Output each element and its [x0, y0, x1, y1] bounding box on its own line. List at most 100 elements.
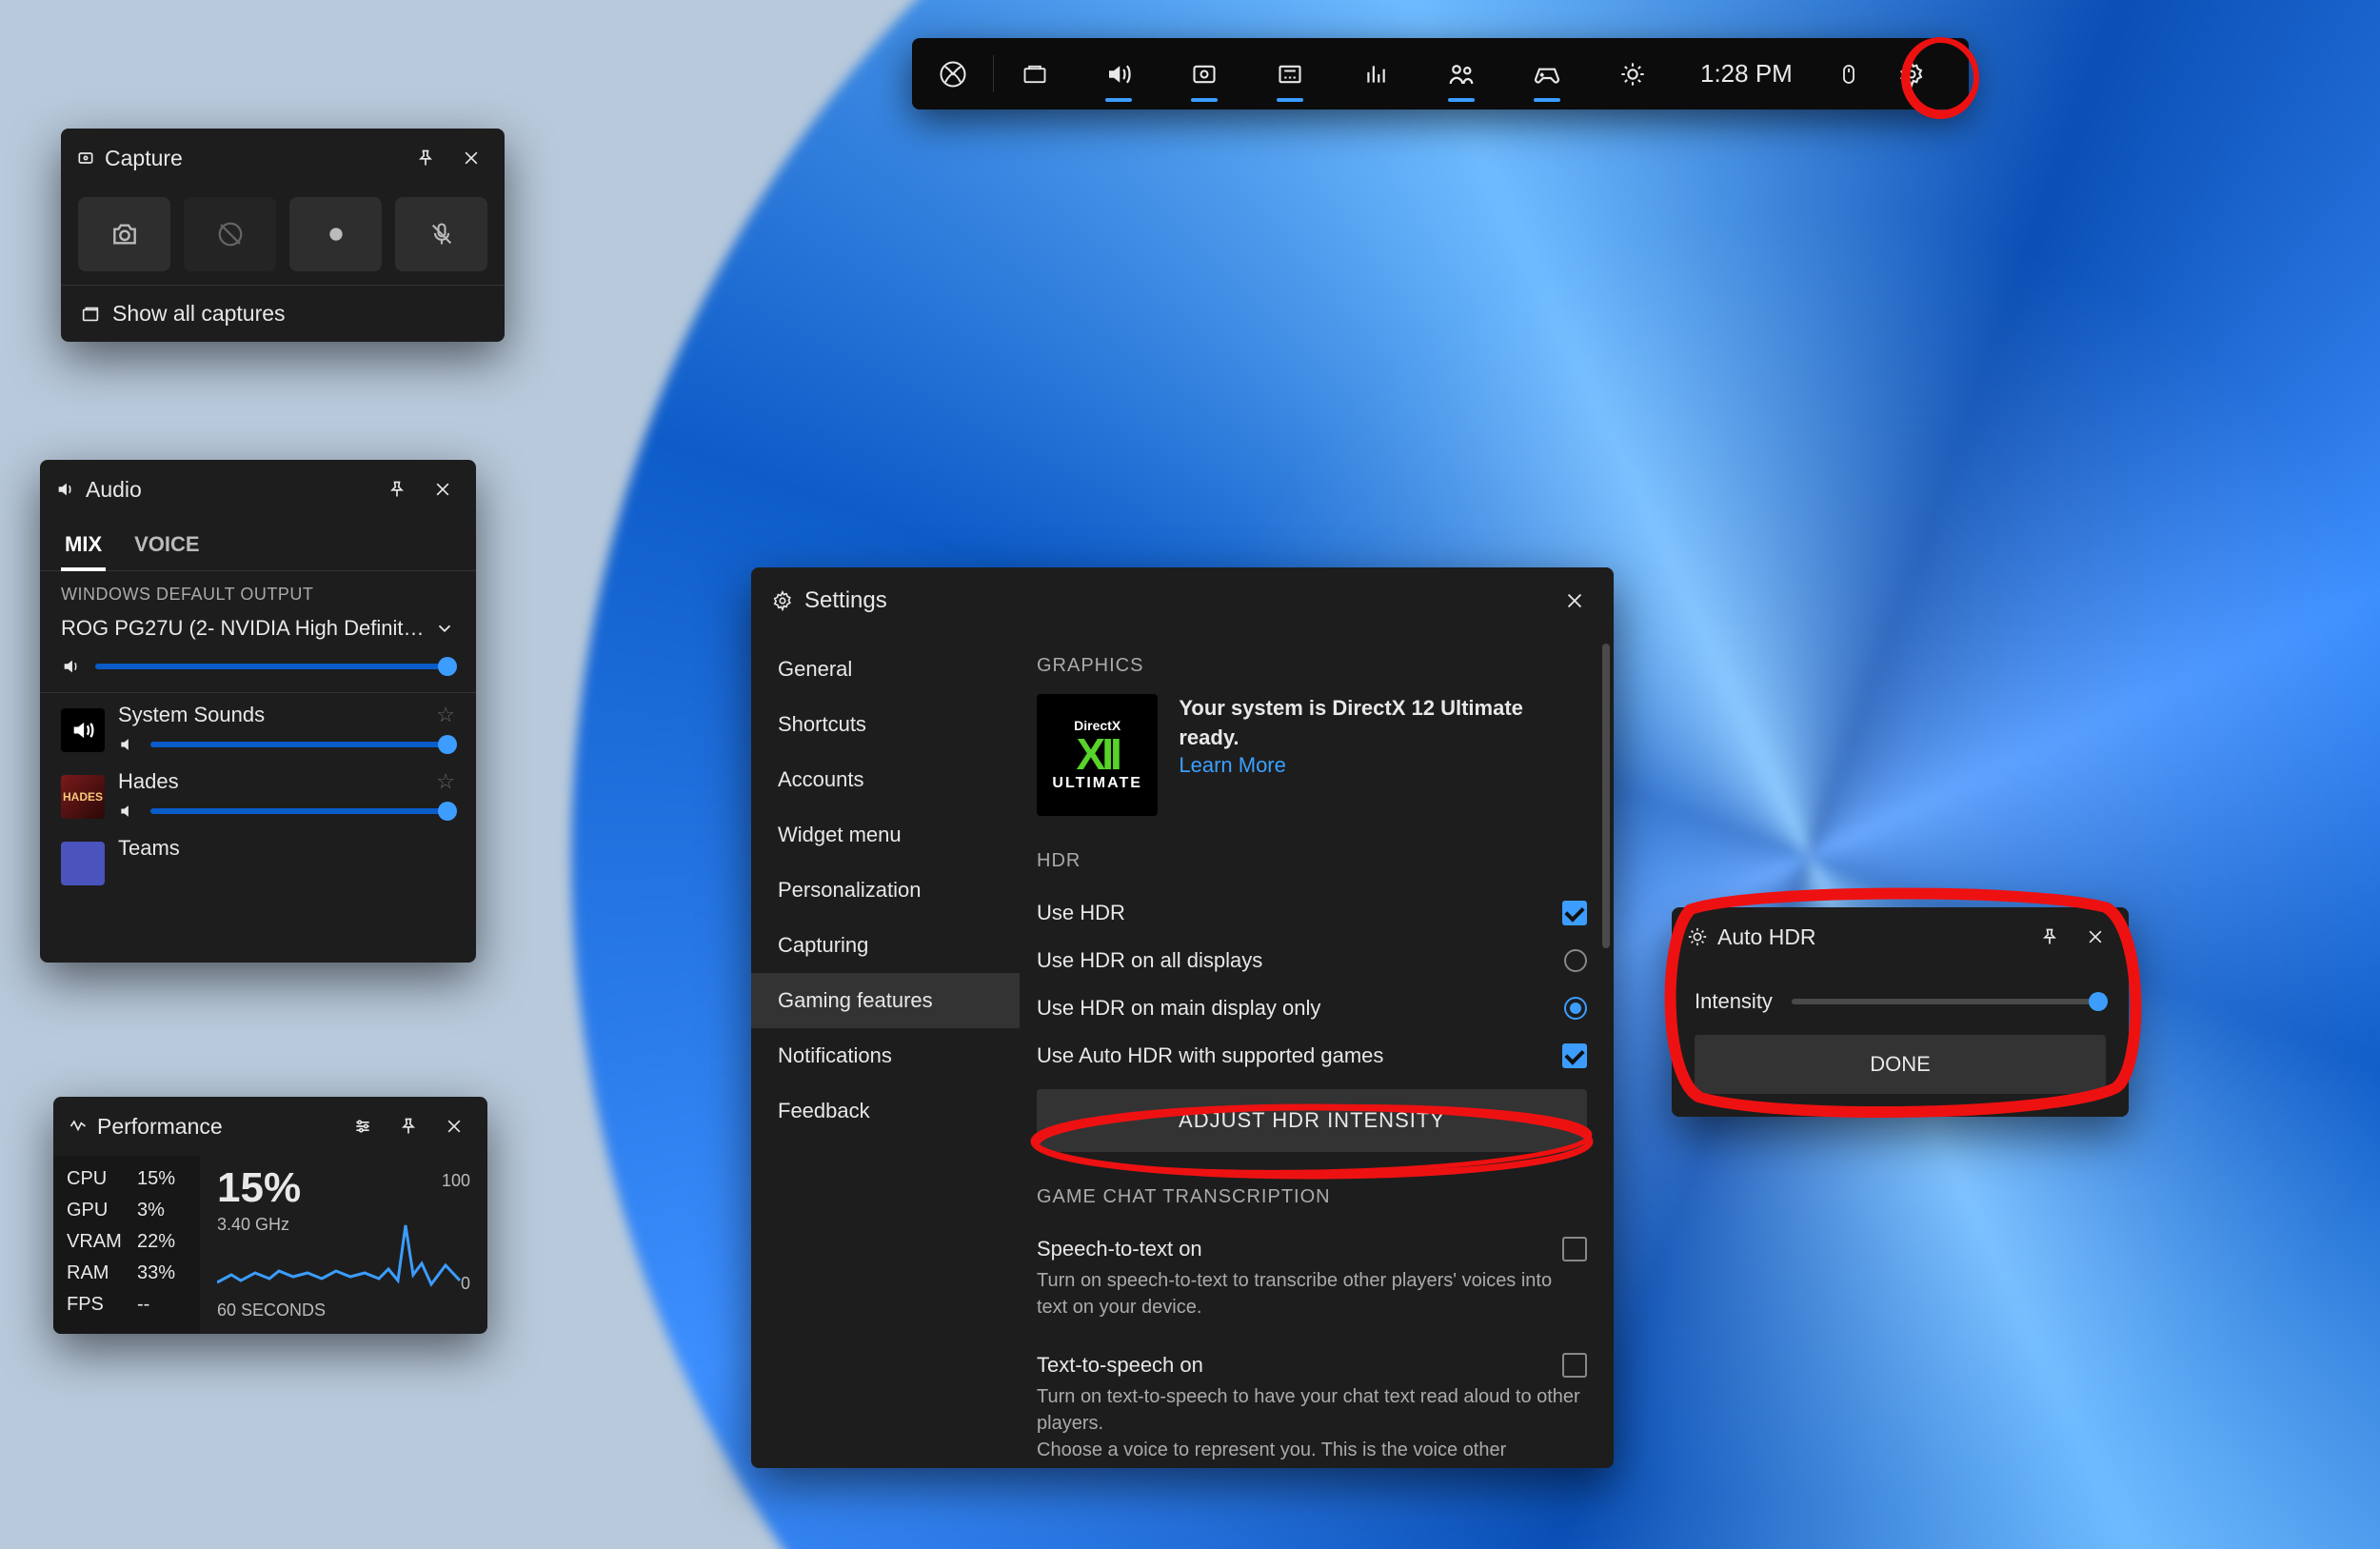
- nav-gaming-features[interactable]: Gaming features: [751, 973, 1020, 1028]
- nav-shortcuts[interactable]: Shortcuts: [751, 697, 1020, 752]
- volume-icon: [118, 802, 137, 821]
- audio-title-icon: [55, 479, 76, 500]
- show-all-captures-label: Show all captures: [112, 301, 286, 327]
- gamebar-capture[interactable]: [1161, 38, 1247, 109]
- system-sounds-icon: [61, 708, 105, 752]
- nav-feedback[interactable]: Feedback: [751, 1083, 1020, 1139]
- favorite-icon[interactable]: ☆: [436, 703, 455, 727]
- screenshot-button[interactable]: [78, 197, 170, 271]
- system-sounds-slider[interactable]: [150, 742, 455, 747]
- hdr-all-displays-option[interactable]: Use HDR on all displays: [1037, 937, 1587, 984]
- pin-button[interactable]: [2032, 919, 2068, 955]
- auto-hdr-checkbox[interactable]: [1562, 1043, 1587, 1068]
- speech-to-text-option[interactable]: Speech-to-text on: [1037, 1225, 1587, 1263]
- settings-title-icon: [772, 590, 793, 611]
- pin-button[interactable]: [390, 1108, 426, 1144]
- performance-title: Performance: [97, 1114, 223, 1140]
- auto-hdr-title-bar: Auto HDR: [1672, 907, 2129, 966]
- intensity-slider[interactable]: [1792, 999, 2106, 1004]
- nav-notifications[interactable]: Notifications: [751, 1028, 1020, 1083]
- performance-icon: [1277, 61, 1303, 88]
- hades-volume-slider[interactable]: [150, 808, 455, 814]
- text-to-speech-option[interactable]: Text-to-speech on: [1037, 1341, 1587, 1380]
- gamebar-performance[interactable]: [1247, 38, 1333, 109]
- hdr-heading: HDR: [1037, 839, 1587, 889]
- default-output-label: WINDOWS DEFAULT OUTPUT: [40, 571, 476, 610]
- nav-general[interactable]: General: [751, 642, 1020, 697]
- settings-nav: General Shortcuts Accounts Widget menu P…: [751, 634, 1020, 1468]
- gamebar-brightness[interactable]: [1590, 38, 1676, 109]
- gamebar-social[interactable]: [1418, 38, 1504, 109]
- use-hdr-option[interactable]: Use HDR: [1037, 889, 1587, 937]
- nav-widget-menu[interactable]: Widget menu: [751, 807, 1020, 863]
- nav-capturing[interactable]: Capturing: [751, 918, 1020, 973]
- auto-hdr-title: Auto HDR: [1717, 924, 1816, 950]
- text-to-speech-checkbox[interactable]: [1562, 1353, 1587, 1378]
- directx-status: Your system is DirectX 12 Ultimate ready…: [1179, 694, 1587, 753]
- record-last-button[interactable]: [184, 197, 276, 271]
- directx-badge: DirectX XII ULTIMATE: [1037, 694, 1158, 816]
- pin-button[interactable]: [407, 140, 444, 176]
- audio-title-bar: Audio: [40, 460, 476, 519]
- graphics-heading: GRAPHICS: [1037, 644, 1587, 694]
- auto-hdr-option[interactable]: Use Auto HDR with supported games: [1037, 1032, 1587, 1080]
- capture-title-bar: Capture: [61, 129, 505, 188]
- gamebar-xbox[interactable]: [912, 38, 994, 109]
- settings-content: GRAPHICS DirectX XII ULTIMATE Your syste…: [1020, 634, 1614, 1468]
- gamebar-mouse[interactable]: [1817, 38, 1880, 109]
- widgets-icon: [1021, 61, 1048, 88]
- capture-icon: [1191, 61, 1218, 88]
- hdr-title-icon: [1687, 926, 1708, 947]
- directx-learn-more-link[interactable]: Learn More: [1179, 753, 1286, 777]
- hdr-main-display-radio[interactable]: [1564, 997, 1587, 1020]
- settings-title-bar: Settings: [751, 567, 1614, 634]
- mic-toggle-button[interactable]: [395, 197, 487, 271]
- output-device-dropdown[interactable]: ROG PG27U (2- NVIDIA High Definition A..…: [40, 610, 476, 650]
- done-button[interactable]: DONE: [1695, 1035, 2106, 1094]
- gamebar-controller[interactable]: [1504, 38, 1590, 109]
- gamebar-audio[interactable]: [1076, 38, 1161, 109]
- master-volume-slider[interactable]: [95, 664, 455, 669]
- show-all-captures-link[interactable]: Show all captures: [61, 285, 505, 342]
- use-hdr-checkbox[interactable]: [1562, 901, 1587, 925]
- performance-chart: 15% 3.40 GHz 100 0 60 SECONDS: [200, 1156, 487, 1334]
- gamebar-resources[interactable]: [1333, 38, 1418, 109]
- scrollbar[interactable]: [1602, 644, 1610, 948]
- record-button[interactable]: [289, 197, 382, 271]
- capture-panel: Capture Show all captures: [61, 129, 505, 342]
- adjust-hdr-intensity-button[interactable]: ADJUST HDR INTENSITY: [1037, 1089, 1587, 1152]
- close-button[interactable]: [2077, 919, 2113, 955]
- close-button[interactable]: [453, 140, 489, 176]
- audio-tab-mix[interactable]: MIX: [65, 519, 102, 570]
- nav-personalization[interactable]: Personalization: [751, 863, 1020, 918]
- volume-icon: [61, 656, 82, 677]
- chat-transcription-heading: GAME CHAT TRANSCRIPTION: [1037, 1175, 1587, 1225]
- controller-icon: [1532, 59, 1562, 89]
- options-button[interactable]: [345, 1108, 381, 1144]
- pin-button[interactable]: [379, 471, 415, 507]
- intensity-label: Intensity: [1695, 989, 1773, 1014]
- chevron-down-icon: [434, 618, 455, 639]
- teams-icon: [61, 842, 105, 885]
- audio-tab-voice[interactable]: VOICE: [134, 519, 199, 570]
- hdr-all-displays-radio[interactable]: [1564, 949, 1587, 972]
- gamebar-settings[interactable]: [1880, 38, 1943, 109]
- favorite-icon[interactable]: ☆: [436, 769, 455, 794]
- text-to-speech-desc: Turn on text-to-speech to have your chat…: [1037, 1380, 1587, 1463]
- close-button[interactable]: [1557, 583, 1593, 619]
- close-button[interactable]: [425, 471, 461, 507]
- output-device-name: ROG PG27U (2- NVIDIA High Definition A..…: [61, 616, 425, 641]
- mouse-icon: [1837, 61, 1860, 88]
- nav-accounts[interactable]: Accounts: [751, 752, 1020, 807]
- volume-icon: [118, 735, 137, 754]
- hdr-main-display-option[interactable]: Use HDR on main display only: [1037, 984, 1587, 1032]
- close-button[interactable]: [436, 1108, 472, 1144]
- brightness-icon: [1619, 61, 1646, 88]
- gamebar-widgets[interactable]: [994, 38, 1076, 109]
- settings-icon: [1898, 61, 1925, 88]
- game-bar: 1:28 PM: [912, 38, 1969, 109]
- speech-to-text-checkbox[interactable]: [1562, 1237, 1587, 1261]
- performance-title-icon: [69, 1117, 88, 1136]
- audio-app-system-sounds: System Sounds☆: [40, 693, 476, 760]
- audio-panel: Audio MIX VOICE WINDOWS DEFAULT OUTPUT R…: [40, 460, 476, 963]
